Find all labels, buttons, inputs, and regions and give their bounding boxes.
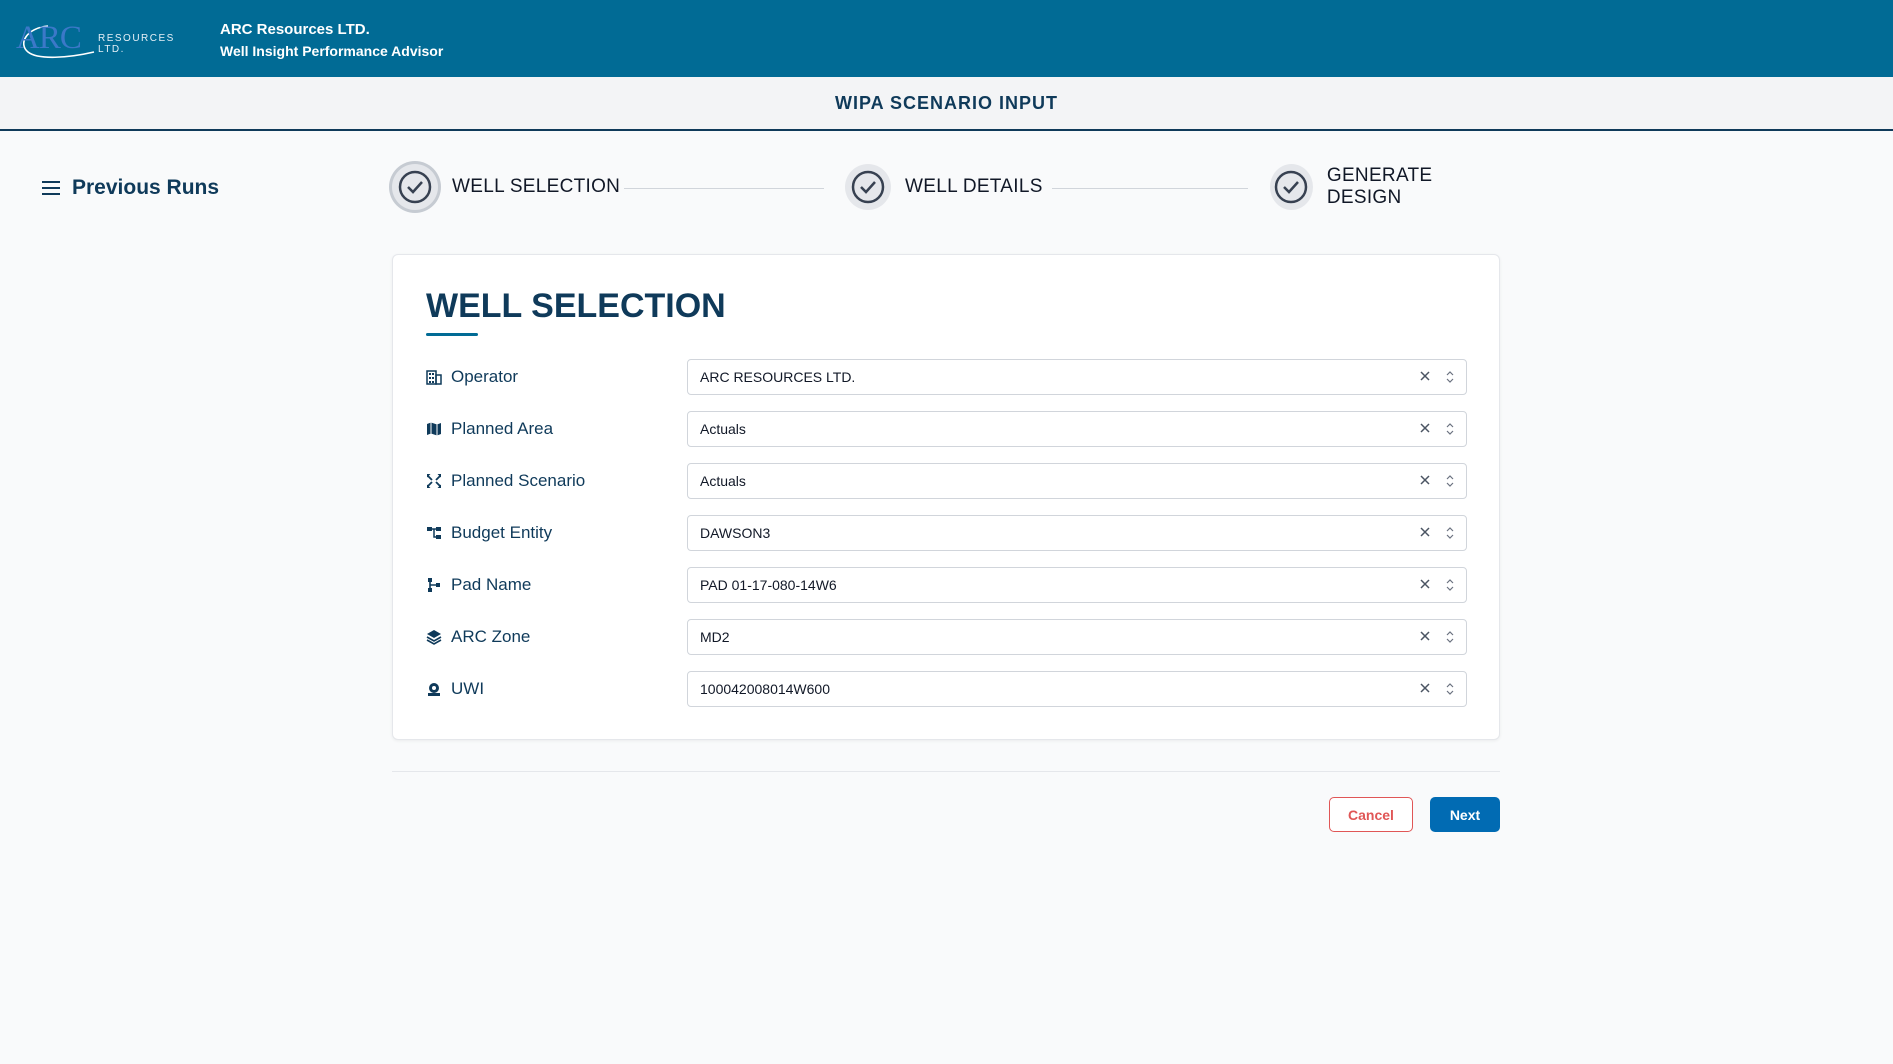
layers-icon xyxy=(426,630,442,645)
field-pad-name: Pad Name PAD 01-17-080-14W6 xyxy=(426,567,1467,603)
stepper: WELL SELECTION WELL DETAILS GENERATE DES… xyxy=(392,164,1500,214)
step-label: GENERATE DESIGN xyxy=(1326,165,1433,208)
app-name: Well Insight Performance Advisor xyxy=(220,43,444,59)
clear-icon[interactable] xyxy=(1418,473,1432,487)
chevron-updown-icon xyxy=(1446,527,1454,539)
clear-icon[interactable] xyxy=(1418,681,1432,695)
step-complete-icon xyxy=(392,164,438,210)
menu-icon xyxy=(42,181,60,195)
field-uwi: UWI 100042008014W600 xyxy=(426,671,1467,707)
app-titles: ARC Resources LTD. Well Insight Performa… xyxy=(220,20,443,61)
select-value: 100042008014W600 xyxy=(700,681,831,697)
title-underline xyxy=(426,333,478,336)
well-selection-card: WELL SELECTION Operator ARC RESOURCES LT… xyxy=(392,254,1500,740)
card-title: WELL SELECTION xyxy=(426,287,726,325)
chevron-updown-icon xyxy=(1446,423,1454,435)
field-planned-area: Planned Area Actuals xyxy=(426,411,1467,447)
map-icon xyxy=(427,422,441,436)
field-label: UWI xyxy=(426,679,484,699)
field-label-text: Operator xyxy=(451,367,519,386)
chevron-updown-icon xyxy=(1446,579,1454,591)
planned-scenario-select[interactable]: Actuals xyxy=(687,463,1467,499)
next-button[interactable]: Next xyxy=(1430,797,1500,832)
page-title: WIPA SCENARIO INPUT xyxy=(834,92,1058,113)
step-connector xyxy=(624,188,824,189)
pad-name-select[interactable]: PAD 01-17-080-14W6 xyxy=(687,567,1467,603)
chevron-updown-icon xyxy=(1446,631,1454,643)
field-label-text: Pad Name xyxy=(451,575,532,594)
step-label: WELL DETAILS xyxy=(905,176,1043,197)
step-well-details[interactable]: WELL DETAILS xyxy=(845,164,1043,210)
select-value: Actuals xyxy=(700,421,746,437)
budget-entity-select[interactable]: DAWSON3 xyxy=(687,515,1467,551)
hierarchy-icon xyxy=(427,527,441,539)
select-value: MD2 xyxy=(700,629,730,645)
field-label: Operator xyxy=(426,367,518,387)
clear-icon[interactable] xyxy=(1418,629,1432,643)
chevron-updown-icon xyxy=(1446,683,1454,695)
field-label-text: Planned Scenario xyxy=(451,471,586,490)
step-well-selection[interactable]: WELL SELECTION xyxy=(392,164,620,210)
arrows-cross-icon xyxy=(427,474,441,488)
clear-icon[interactable] xyxy=(1418,577,1432,591)
field-label-text: ARC Zone xyxy=(451,627,531,646)
step-complete-icon xyxy=(845,164,891,210)
chevron-updown-icon xyxy=(1446,371,1454,383)
arc-logo: ARC RESOURCES LTD. xyxy=(16,18,202,60)
field-arc-zone: ARC Zone MD2 xyxy=(426,619,1467,655)
well-icon xyxy=(428,683,440,696)
clear-icon[interactable] xyxy=(1418,369,1432,383)
clear-icon[interactable] xyxy=(1418,525,1432,539)
planned-area-select[interactable]: Actuals xyxy=(687,411,1467,447)
app-header: ARC RESOURCES LTD. ARC Resources LTD. We… xyxy=(0,0,1893,77)
uwi-select[interactable]: 100042008014W600 xyxy=(687,671,1467,707)
field-label: Planned Scenario xyxy=(426,471,585,491)
select-value: DAWSON3 xyxy=(700,525,771,541)
step-complete-icon xyxy=(1270,164,1313,210)
building-icon xyxy=(426,370,442,385)
select-value: PAD 01-17-080-14W6 xyxy=(700,577,837,593)
actions-divider xyxy=(392,771,1500,772)
logo-mark: ARC xyxy=(16,20,82,56)
field-planned-scenario: Planned Scenario Actuals xyxy=(426,463,1467,499)
logo-subtitle: RESOURCES LTD. xyxy=(98,33,175,55)
field-label: Budget Entity xyxy=(426,523,552,543)
company-name: ARC Resources LTD. xyxy=(220,21,370,38)
field-label: Planned Area xyxy=(426,419,553,439)
field-budget-entity: Budget Entity DAWSON3 xyxy=(426,515,1467,551)
select-value: ARC RESOURCES LTD. xyxy=(700,369,856,385)
field-label-text: UWI xyxy=(451,679,485,698)
branch-icon xyxy=(428,578,440,592)
operator-select[interactable]: ARC RESOURCES LTD. xyxy=(687,359,1467,395)
field-label: ARC Zone xyxy=(426,627,530,647)
clear-icon[interactable] xyxy=(1418,421,1432,435)
page-subheader: WIPA SCENARIO INPUT xyxy=(0,77,1893,131)
field-label: Pad Name xyxy=(426,575,531,595)
step-generate-design[interactable]: GENERATE DESIGN xyxy=(1270,164,1500,210)
previous-runs-button[interactable]: Previous Runs xyxy=(42,176,219,200)
step-label: WELL SELECTION xyxy=(452,176,621,197)
step-connector xyxy=(1052,188,1248,189)
field-label-text: Budget Entity xyxy=(451,523,553,542)
chevron-updown-icon xyxy=(1446,475,1454,487)
select-value: Actuals xyxy=(700,473,746,489)
field-label-text: Planned Area xyxy=(451,419,554,438)
cancel-button[interactable]: Cancel xyxy=(1329,797,1413,832)
arc-zone-select[interactable]: MD2 xyxy=(687,619,1467,655)
field-operator: Operator ARC RESOURCES LTD. xyxy=(426,359,1467,395)
previous-runs-label: Previous Runs xyxy=(72,176,220,199)
